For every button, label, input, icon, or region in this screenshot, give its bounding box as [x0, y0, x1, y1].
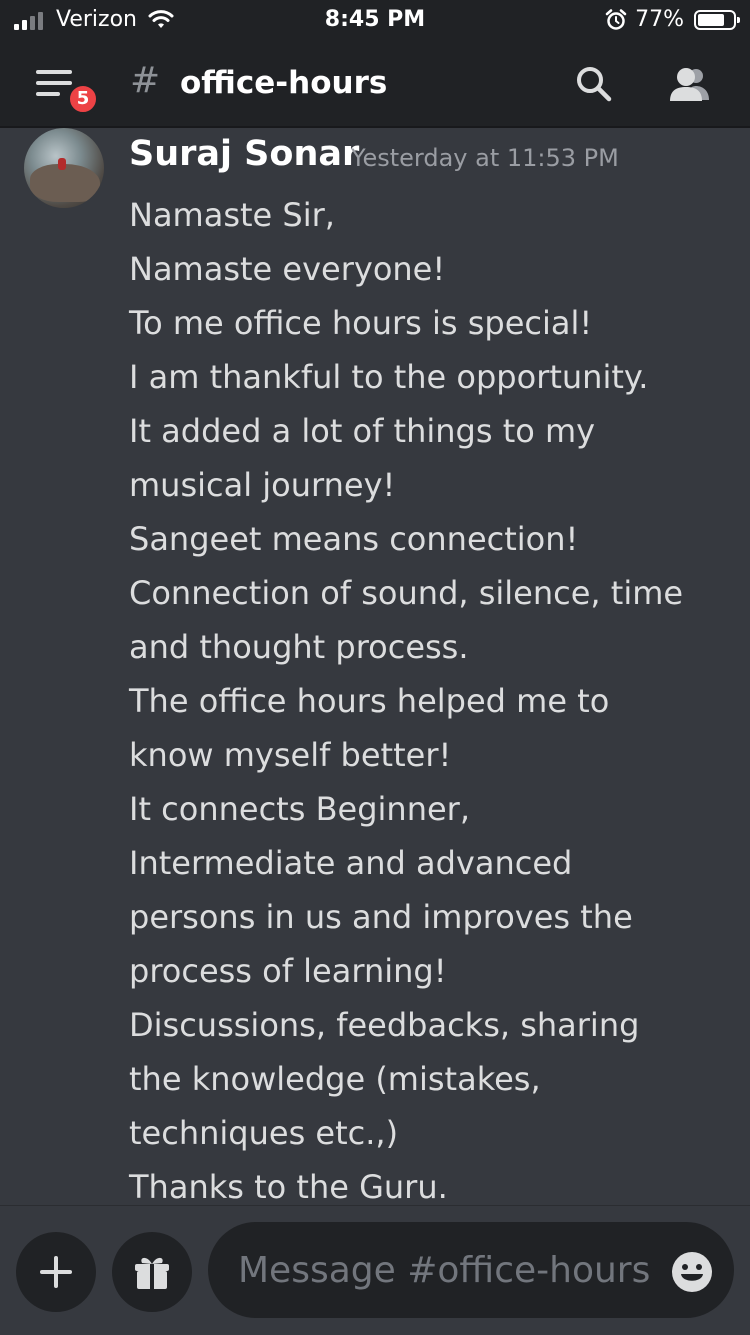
- gift-button[interactable]: [112, 1232, 192, 1312]
- add-attachment-button[interactable]: [16, 1232, 96, 1312]
- message-line: Connection of sound, silence, time: [129, 574, 684, 612]
- avatar-person: [58, 158, 66, 170]
- members-icon[interactable]: [666, 64, 712, 104]
- notification-badge: 5: [66, 82, 100, 116]
- gift-icon: [135, 1257, 169, 1289]
- menu-icon-line: [36, 81, 72, 85]
- battery-fill: [698, 13, 724, 26]
- message-composer: [0, 1205, 750, 1335]
- message-line: techniques etc.,): [129, 1114, 399, 1152]
- plus-icon: [40, 1256, 72, 1288]
- message-author[interactable]: Suraj Sonar: [129, 134, 359, 174]
- channel-header: 5 # office-hours: [0, 40, 750, 128]
- status-bar: Verizon 8:45 PM 77%: [0, 0, 750, 40]
- message-body: Namaste Sir, Namaste everyone! To me offic…: [129, 188, 739, 1214]
- message-line: Discussions, feedbacks, sharing: [129, 1006, 640, 1044]
- message-line: The office hours helped me to: [129, 682, 610, 720]
- status-right: 77%: [605, 7, 740, 32]
- avatar-rock: [30, 164, 100, 202]
- message-line: process of learning!: [129, 952, 447, 990]
- channel-title[interactable]: office-hours: [180, 65, 387, 101]
- message-line: and thought process.: [129, 628, 469, 666]
- alarm-icon: [605, 8, 627, 30]
- avatar[interactable]: [24, 128, 104, 208]
- message-input[interactable]: [208, 1222, 734, 1318]
- message-line: It added a lot of things to my: [129, 412, 596, 450]
- message-timestamp: Yesterday at 11:53 PM: [351, 144, 619, 172]
- emoji-icon[interactable]: [670, 1250, 714, 1294]
- menu-icon-line: [36, 92, 60, 96]
- message-line: the knowledge (mistakes,: [129, 1060, 541, 1098]
- message-line: To me office hours is special!: [129, 304, 593, 342]
- message-line: It connects Beginner,: [129, 790, 470, 828]
- menu-icon: [36, 70, 72, 74]
- message-line: Namaste everyone!: [129, 250, 446, 288]
- message-line: musical journey!: [129, 466, 396, 504]
- message-line: Intermediate and advanced: [129, 844, 573, 882]
- battery-percent: 77%: [635, 7, 684, 32]
- search-icon[interactable]: [574, 64, 614, 104]
- message-line: persons in us and improves the: [129, 898, 633, 936]
- battery-icon: [694, 9, 740, 30]
- message-line: I am thankful to the opportunity.: [129, 358, 649, 396]
- message-line: Namaste Sir,: [129, 196, 335, 234]
- channel-hash-icon: #: [130, 60, 161, 101]
- message-line: Sangeet means connection!: [129, 520, 579, 558]
- message-line: know myself better!: [129, 736, 452, 774]
